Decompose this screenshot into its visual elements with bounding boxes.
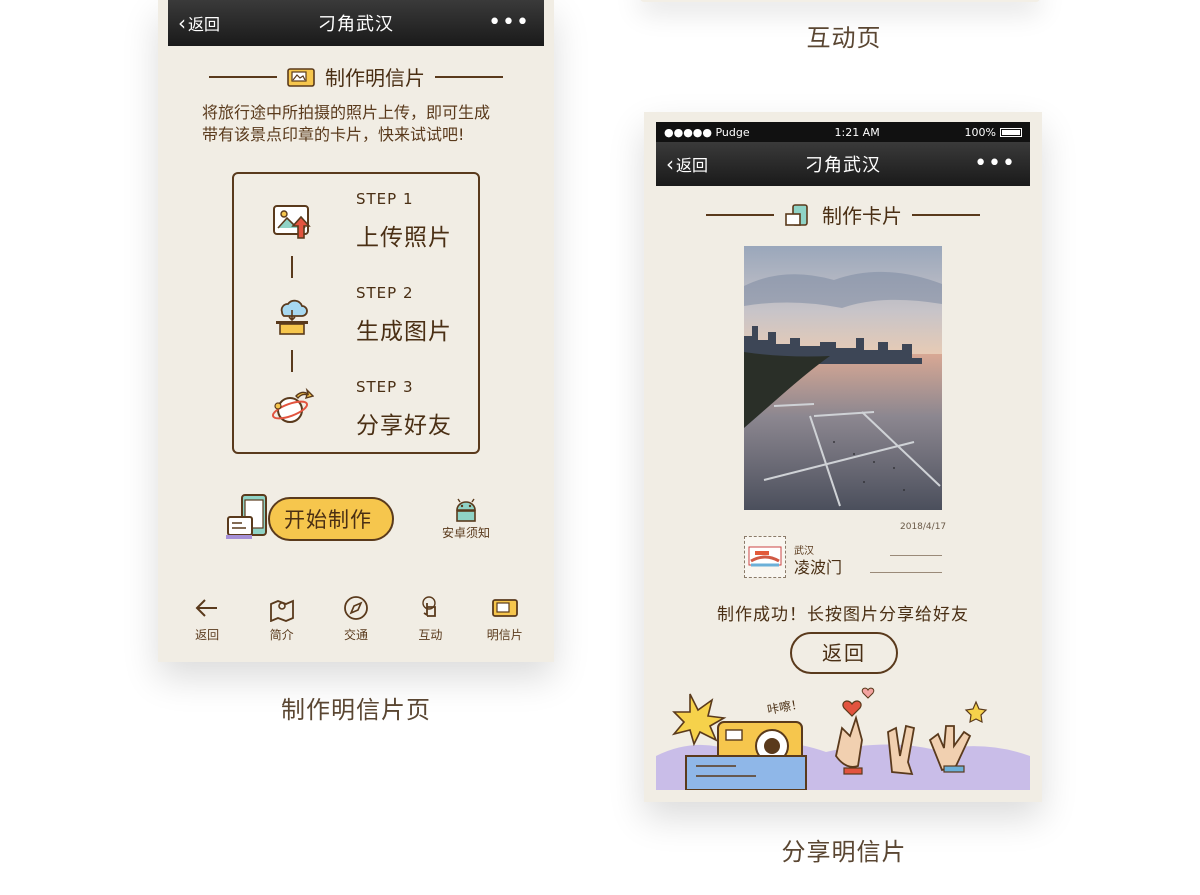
caption-interaction-page: 互动页 — [806, 24, 882, 52]
step-upload: STEP 1 上传照片 — [234, 190, 478, 260]
back-label: 返回 — [188, 15, 221, 34]
celebration-illustration: 咔嚓！ — [656, 687, 1030, 790]
back-arrow-icon — [195, 599, 218, 617]
nav-bar: ‹ 返回 刁角武汉 ••• — [656, 142, 1030, 186]
back-label: 返回 — [676, 156, 709, 175]
cloud-print-icon — [276, 299, 308, 335]
lingbo-gate-stamp-icon — [748, 546, 782, 567]
signature-line — [890, 555, 942, 556]
stamp-place-name: 凌波门 — [794, 558, 843, 577]
status-bar: ●●●●● Pudge 1:21 AM 100% — [656, 122, 1030, 142]
return-button[interactable]: 返回 — [790, 632, 898, 674]
return-label: 返回 — [822, 641, 866, 665]
tab-transport[interactable]: 交通 — [326, 594, 386, 650]
lake-sunset-photo — [744, 246, 942, 510]
divider-line — [435, 75, 503, 78]
section-header: 制作明信片 — [158, 62, 554, 91]
step-generate: STEP 2 生成图片 — [234, 284, 478, 354]
bottom-tab-bar: 返回 简介 交通 互动 明信片 — [170, 594, 542, 650]
start-making-button[interactable]: 开始制作 — [268, 497, 394, 541]
chevron-left-icon: ‹ — [178, 11, 186, 35]
step-share: STEP 3 分享好友 — [234, 378, 478, 448]
tab-postcard[interactable]: 明信片 — [475, 594, 535, 650]
carrier-label: ●●●●● Pudge — [664, 125, 750, 139]
step-connector — [291, 256, 293, 278]
tab-label: 明信片 — [486, 628, 523, 642]
postcard-photo[interactable] — [744, 246, 942, 510]
caption-share-postcard: 分享明信片 — [781, 838, 907, 866]
photo-date: 2018/4/17 — [900, 522, 947, 532]
back-button[interactable]: ‹ 返回 — [178, 11, 220, 35]
signature-line — [870, 572, 942, 573]
nav-bar: ‹ 返回 刁角武汉 ••• — [168, 0, 544, 46]
step-label: 上传照片 — [356, 225, 452, 251]
tab-intro[interactable]: 简介 — [252, 594, 312, 650]
section-header: 制作卡片 — [644, 200, 1042, 229]
tab-interaction[interactable]: 互动 — [400, 594, 460, 650]
map-pin-icon — [269, 599, 294, 622]
section-title: 制作卡片 — [822, 204, 902, 228]
success-message: 制作成功！长按图片分享给好友 — [717, 605, 969, 625]
android-robot-icon — [456, 498, 476, 522]
divider-line — [706, 213, 774, 216]
intro-line: 带有该景点印章的卡片，快来试试吧! — [202, 125, 465, 144]
make-postcard-screen: ‹ 返回 刁角武汉 ••• 制作明信片 将旅行途中所拍摄的照片上传，即可生成 带… — [158, 0, 554, 662]
step-label: 生成图片 — [356, 319, 452, 345]
divider-line — [912, 213, 980, 216]
intro-text: 将旅行途中所拍摄的照片上传，即可生成 带有该景点印章的卡片，快来试试吧! — [202, 102, 512, 146]
compass-icon — [344, 596, 368, 620]
phone-postcard-icon — [226, 494, 267, 539]
chevron-left-icon: ‹ — [666, 152, 674, 176]
more-menu-icon[interactable]: ••• — [488, 12, 530, 34]
tab-back[interactable]: 返回 — [177, 594, 237, 650]
section-title: 制作明信片 — [325, 66, 425, 90]
previous-screen-card — [640, 0, 1040, 2]
share-postcard-screen: ●●●●● Pudge 1:21 AM 100% ‹ 返回 刁角武汉 ••• 制… — [644, 112, 1042, 802]
step-number: STEP 1 — [356, 190, 414, 208]
step-number: STEP 3 — [356, 378, 414, 396]
more-menu-icon[interactable]: ••• — [974, 153, 1016, 175]
card-phone-icon — [785, 203, 808, 226]
tab-label: 简介 — [269, 628, 294, 642]
scenic-stamp — [744, 536, 786, 578]
step-connector — [291, 350, 293, 372]
touch-icon — [422, 596, 437, 617]
click-sound-text: 咔嚓！ — [766, 696, 804, 717]
battery-indicator: 100% — [965, 126, 1022, 139]
upload-photo-icon — [273, 205, 311, 239]
battery-icon — [1000, 128, 1022, 137]
tab-label: 返回 — [195, 628, 220, 642]
step-number: STEP 2 — [356, 284, 414, 302]
time-label: 1:21 AM — [834, 125, 880, 139]
postcard-icon — [491, 599, 518, 617]
intro-line: 将旅行途中所拍摄的照片上传，即可生成 — [202, 103, 491, 122]
android-notice-button[interactable]: 安卓须知 — [438, 498, 494, 541]
tab-label: 交通 — [343, 628, 368, 642]
postcard-icon — [287, 67, 315, 87]
divider-line — [209, 75, 277, 78]
android-notice-label: 安卓须知 — [441, 526, 490, 540]
share-planet-icon — [271, 387, 314, 423]
back-button[interactable]: ‹ 返回 — [666, 152, 708, 176]
caption-make-postcard: 制作明信片页 — [281, 696, 431, 724]
start-making-label: 开始制作 — [284, 508, 372, 532]
step-label: 分享好友 — [356, 413, 452, 439]
tab-label: 互动 — [418, 628, 443, 642]
steps-panel: STEP 1 上传照片 STEP 2 生成图片 STEP 3 分享好友 — [232, 172, 480, 454]
